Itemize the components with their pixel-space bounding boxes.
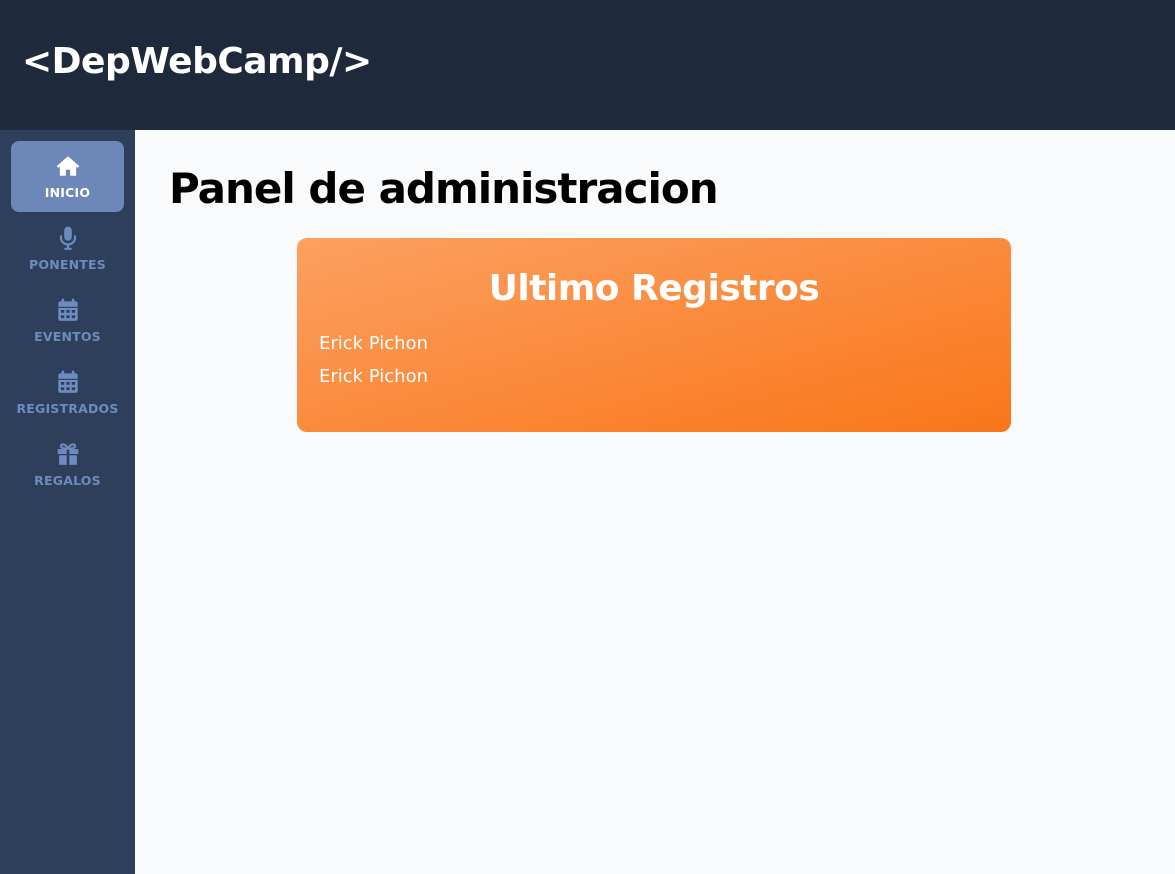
list-item: Erick Pichon xyxy=(319,333,429,354)
main-content: Panel de administracion Ultimo Registros… xyxy=(135,130,1175,874)
sidebar-item-label: EVENTOS xyxy=(34,329,101,344)
list-item: Erick Pichon xyxy=(319,366,429,387)
home-icon xyxy=(56,156,79,176)
sidebar-item-label: REGALOS xyxy=(34,473,101,488)
calendar-icon xyxy=(57,298,78,321)
gift-icon xyxy=(57,443,78,465)
page-title: Panel de administracion xyxy=(169,164,719,213)
app-header: <DepWebCamp/> xyxy=(0,0,1175,130)
sidebar-item-label: PONENTES xyxy=(29,257,106,272)
sidebar-item-eventos[interactable]: EVENTOS xyxy=(11,285,124,356)
microphone-icon xyxy=(59,226,76,250)
latest-registrations-card: Ultimo Registros Erick Pichon Erick Pich… xyxy=(297,238,1011,432)
calendar-icon xyxy=(57,370,78,393)
sidebar-item-ponentes[interactable]: PONENTES xyxy=(11,213,124,284)
card-title: Ultimo Registros xyxy=(488,268,820,309)
logo[interactable]: <DepWebCamp/> xyxy=(22,41,372,82)
sidebar: INICIO PONENTES EVENTOS REGISTRADOS REGA… xyxy=(0,130,135,874)
sidebar-item-inicio[interactable]: INICIO xyxy=(11,141,124,212)
sidebar-item-label: REGISTRADOS xyxy=(16,401,119,416)
sidebar-item-registrados[interactable]: REGISTRADOS xyxy=(11,357,124,428)
sidebar-item-regalos[interactable]: REGALOS xyxy=(11,429,124,500)
sidebar-item-label: INICIO xyxy=(44,185,91,200)
